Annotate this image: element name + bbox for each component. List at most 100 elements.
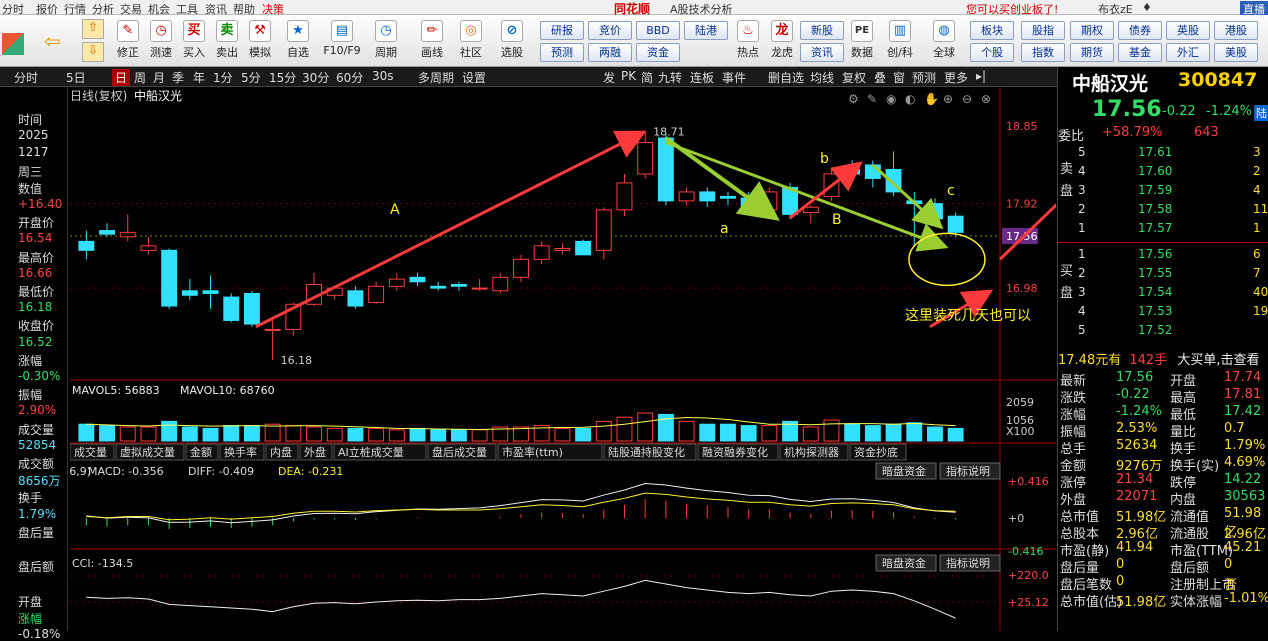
btn-基金[interactable]: 基金 [1118,43,1162,62]
orderbook-row[interactable]: 1 17.56 6 [1058,245,1268,264]
tool-修正[interactable]: ✎ 修正 [112,15,144,60]
chart-tool-icon[interactable]: ✋ [924,92,939,106]
tool-watchlist[interactable]: ★ 自选 [282,15,314,60]
tab-连板[interactable]: 连板 [690,69,714,86]
btn-资金[interactable]: 资金 [636,43,680,62]
candle[interactable] [637,141,654,175]
tool-测速[interactable]: ◷ 测速 [145,15,177,60]
chart-tool-icon[interactable]: ✎ [867,92,877,106]
candle[interactable] [223,296,240,321]
tool-dragon[interactable]: 龙龙虎 [766,15,798,60]
up-arrow-icon[interactable]: ⇧ [82,19,104,39]
btn-预测[interactable]: 预测 [540,43,584,62]
big-order-bar[interactable]: 17.48元有 142手 大买单,击查看 [1058,349,1268,368]
subtab-1[interactable]: 虚拟成交量 [120,445,175,459]
tab-分时[interactable]: 分时 [14,69,38,86]
subtab-11[interactable]: 机构探测器 [784,445,839,459]
subtab-10[interactable]: 融资融券变化 [702,445,768,459]
tab-5日[interactable]: 5日 [66,69,86,86]
subtab-0[interactable]: 成交量 [74,445,107,459]
tab-季[interactable]: 季 [172,69,184,86]
tool-community[interactable]: ◎ 社区 [455,15,487,60]
tool-hotspot[interactable]: ♨ 热点 [732,15,764,60]
candle[interactable] [802,206,819,214]
tool-screener[interactable]: ⊘ 选股 [496,15,528,60]
candle[interactable] [533,245,550,260]
candle[interactable] [161,249,178,307]
candle[interactable] [409,276,426,283]
orderbook-row[interactable]: 4 17.60 2 [1058,162,1268,181]
btn-期权[interactable]: 期权 [1070,21,1114,40]
btn-板块[interactable]: 板块 [970,21,1014,40]
chart-tool-icon[interactable]: ⊗ [981,92,991,106]
candle[interactable] [699,191,716,202]
btn-陆港[interactable]: 陆港 [684,21,728,40]
btn-指数[interactable]: 指数 [1021,43,1065,62]
tab-月[interactable]: 月 [153,69,165,86]
candle[interactable] [616,182,633,211]
candle[interactable] [388,278,405,287]
candle[interactable] [368,285,385,303]
candle[interactable] [181,290,198,296]
tool-data[interactable]: PE 数据 [846,15,878,60]
tool-buy[interactable]: 买买入 [178,15,210,60]
tool-sell[interactable]: 卖卖出 [211,15,243,60]
candle[interactable] [202,290,219,294]
tab-1分[interactable]: 1分 [213,69,233,86]
btn-两融[interactable]: 两融 [588,43,632,62]
chart-tool-icon[interactable]: ⚙ [848,92,859,106]
back-icon[interactable]: ⇦ [44,29,66,53]
orderbook-row[interactable]: 3 17.54 40 [1058,283,1268,302]
tool-period[interactable]: ◷ 周期 [370,15,402,60]
tab-60分[interactable]: 60分 [336,69,363,86]
tab-预测[interactable]: 预测 [912,69,936,86]
candle[interactable] [78,240,95,251]
candle[interactable] [657,137,674,202]
tab-15分[interactable]: 15分 [269,69,296,86]
candle[interactable] [595,209,612,251]
btn-债券[interactable]: 债券 [1118,21,1162,40]
candle[interactable] [264,328,281,331]
tab-5分[interactable]: 5分 [241,69,261,86]
btn-新股[interactable]: 新股 [800,21,844,40]
tab-年[interactable]: 年 [193,69,205,86]
down-arrow-icon[interactable]: ⇩ [82,42,104,62]
candle[interactable] [720,195,736,199]
subtab-2[interactable]: 金额 [190,445,212,459]
orderbook-row[interactable]: 3 17.59 4 [1058,181,1268,200]
cci-button[interactable]: 指标说明 [946,556,990,570]
candle[interactable] [430,285,447,289]
candle[interactable] [450,283,467,287]
orderbook-row[interactable]: 2 17.55 7 [1058,264,1268,283]
subtab-12[interactable]: 资金抄底 [854,445,898,459]
tab-事件[interactable]: 事件 [722,69,746,86]
tab-30s[interactable]: 30s [372,69,394,83]
macd-button[interactable]: 指标说明 [946,464,990,478]
btn-外汇[interactable]: 外汇 [1166,43,1210,62]
orderbook-row[interactable]: 5 17.52 [1058,321,1268,340]
subtab-6[interactable]: AI立桩成交量 [338,445,404,459]
btn-英股[interactable]: 英股 [1166,21,1210,40]
btn-竞价[interactable]: 竞价 [588,21,632,40]
candle[interactable] [243,292,260,325]
tab-日[interactable]: 日 [112,69,131,86]
candle[interactable] [119,231,136,238]
tab-多周期[interactable]: 多周期 [418,69,454,86]
subtab-9[interactable]: 陆股通持股变化 [608,445,685,459]
tool-global[interactable]: ◍ 全球 [928,15,960,60]
subtab-8[interactable]: 市盈率(ttm) [502,445,563,459]
orderbook-row[interactable]: 4 17.53 19 [1058,302,1268,321]
candle[interactable] [347,290,364,307]
tab-30分[interactable]: 30分 [302,69,329,86]
tab-叠[interactable]: 叠 [874,69,886,86]
tab-删自选[interactable]: 删自选 [768,69,804,86]
tab-窗[interactable]: 窗 [893,69,905,86]
btn-研报[interactable]: 研报 [540,21,584,40]
candle[interactable] [513,258,529,278]
candle[interactable] [99,230,115,235]
btn-资讯[interactable]: 资讯 [800,43,844,62]
chart-tool-icon[interactable]: ◐ [905,92,915,106]
tab-复权[interactable]: 复权 [842,69,866,86]
candle[interactable] [554,248,571,251]
btn-期货[interactable]: 期货 [1070,43,1114,62]
